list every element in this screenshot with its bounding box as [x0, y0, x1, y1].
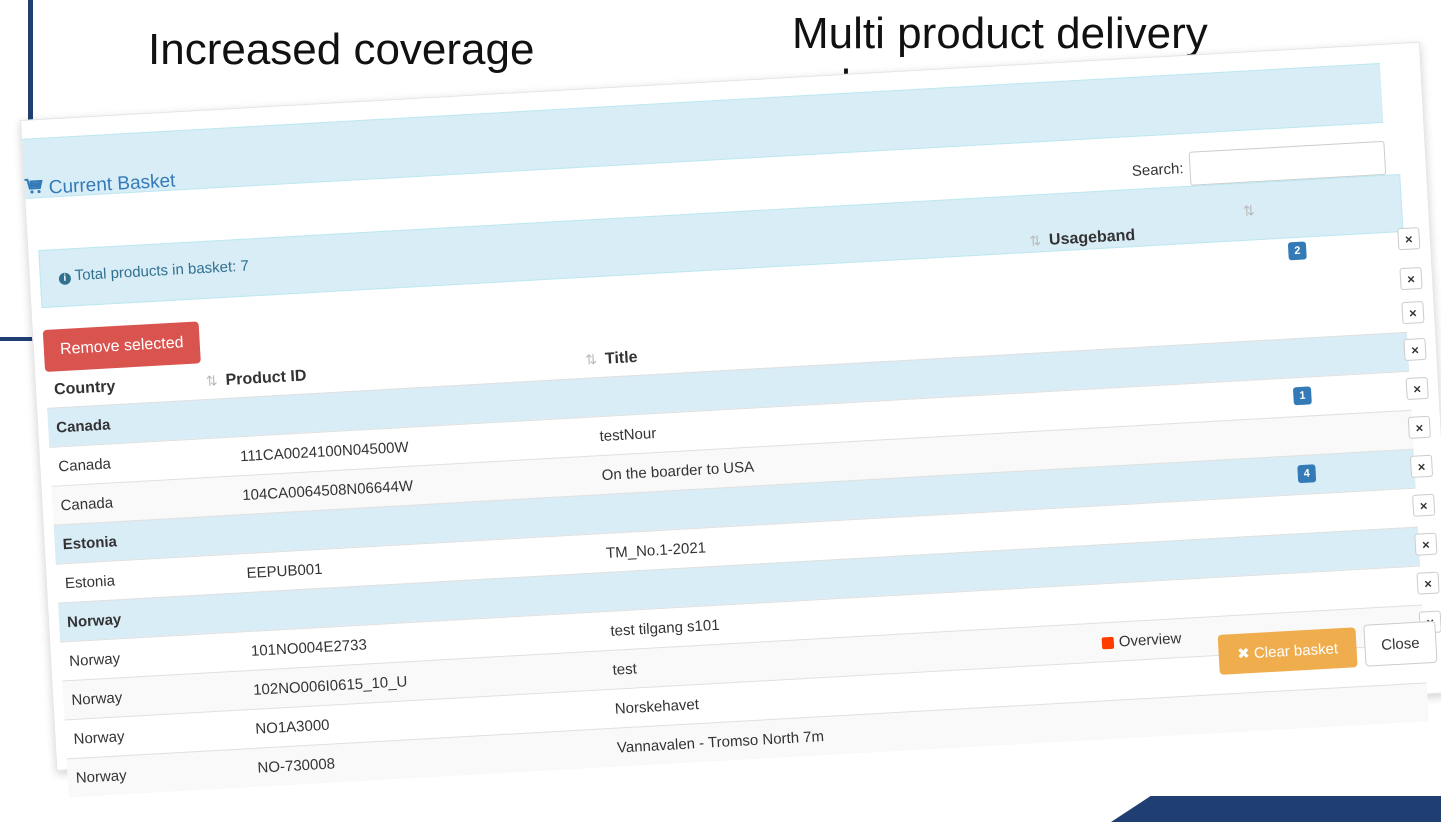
- cell-title: test tilgang s101: [609, 616, 721, 640]
- cell-product-id: 104CA0064508N06644W: [241, 477, 414, 505]
- usage-color-swatch: [1101, 636, 1115, 650]
- cell-title: testNour: [599, 424, 657, 446]
- remove-row-button[interactable]: ×: [1397, 227, 1421, 251]
- remove-row-button[interactable]: ×: [1407, 415, 1431, 439]
- cell-title: Vannavalen - Tromso North 7m: [616, 728, 825, 757]
- remove-selected-button[interactable]: Remove selected: [42, 321, 201, 372]
- count-badge: 4: [1297, 464, 1317, 484]
- cell-product-id: NO1A3000: [254, 716, 330, 738]
- column-header-title[interactable]: ⇅ Title: [585, 349, 638, 370]
- slide-frame-corner: [1111, 796, 1441, 822]
- remove-row-button[interactable]: ×: [1412, 493, 1436, 517]
- cell-badge: 1: [1292, 385, 1313, 406]
- clear-icon: ✖: [1236, 644, 1255, 663]
- cell-country: Estonia: [62, 533, 118, 554]
- cell-product-id: 111CA0024100N04500W: [239, 438, 410, 466]
- cell-product-id: 101NO004E2733: [250, 636, 368, 660]
- cell-country: Norway: [66, 611, 122, 632]
- cell-title: On the boarder to USA: [601, 458, 755, 485]
- info-icon: i: [58, 272, 72, 286]
- sort-icon: ⇅: [584, 351, 598, 368]
- close-button[interactable]: Close: [1363, 620, 1438, 667]
- remove-row-button[interactable]: ×: [1416, 571, 1440, 595]
- column-header-country[interactable]: Country: [54, 378, 116, 399]
- sort-icon: ⇅: [1028, 232, 1042, 249]
- column-header-extra[interactable]: ⇅: [1243, 202, 1264, 221]
- cell-country: Norway: [71, 689, 123, 710]
- remove-row-button[interactable]: ×: [1405, 376, 1429, 401]
- cart-icon: [24, 178, 43, 201]
- remove-row-button[interactable]: ×: [1403, 337, 1427, 362]
- column-header-title-label: Title: [604, 348, 639, 368]
- remove-row-button[interactable]: ×: [1401, 300, 1425, 325]
- count-badge: 1: [1292, 386, 1313, 406]
- cell-title: test: [612, 660, 638, 679]
- usage-label: Overview: [1118, 629, 1182, 651]
- basket-info-text-wrap: i Total products in basket: 7: [58, 257, 250, 286]
- clear-basket-button[interactable]: ✖ Clear basket: [1217, 627, 1358, 675]
- cell-title: Norskehavet: [614, 696, 700, 718]
- column-header-usageband-label: Usageband: [1048, 226, 1136, 249]
- column-header-product-id-label: Product ID: [225, 367, 307, 389]
- search-label: Search:: [1131, 160, 1185, 180]
- cell-country: Norway: [75, 767, 128, 787]
- basket-info-alert: i Total products in basket: 7: [38, 174, 1404, 309]
- basket-total-text: Total products in basket: 7: [74, 257, 250, 285]
- sort-icon: ⇅: [205, 372, 219, 390]
- remove-row-button[interactable]: ×: [1399, 267, 1423, 291]
- cell-country: Norway: [68, 650, 121, 671]
- cell-country: Canada: [60, 494, 114, 515]
- remove-row-button[interactable]: ×: [1409, 454, 1434, 478]
- slide-heading-left: Increased coverage: [148, 25, 535, 74]
- cell-usageband: Overview: [1101, 629, 1182, 651]
- basket-modal-wrapper: × Current Basket Search: iTotal products…: [20, 41, 1441, 798]
- cell-product-id: EEPUB001: [246, 560, 323, 583]
- sort-icon: ⇅: [1242, 202, 1256, 219]
- cell-title: TM_No.1-2021: [605, 539, 707, 562]
- basket-table-body: Canada × Canada 111CA0024100N04500W test…: [47, 331, 1441, 798]
- remove-row-button[interactable]: ×: [1414, 532, 1438, 556]
- column-header-product-id[interactable]: ⇅ Product ID: [205, 367, 306, 391]
- cell-product-id: NO-730008: [257, 755, 336, 777]
- cell-product-id: 102NO006I0615_10_U: [252, 673, 408, 699]
- header-count-badge: 2: [1287, 241, 1307, 261]
- basket-modal: × Current Basket Search: iTotal products…: [20, 41, 1441, 798]
- cell-country: Norway: [73, 728, 125, 748]
- clear-basket-label: Clear basket: [1253, 640, 1339, 662]
- cell-country: Canada: [55, 416, 111, 437]
- cell-country: Estonia: [64, 572, 116, 593]
- cell-country: Canada: [57, 455, 112, 476]
- cell-badge: 4: [1297, 463, 1317, 484]
